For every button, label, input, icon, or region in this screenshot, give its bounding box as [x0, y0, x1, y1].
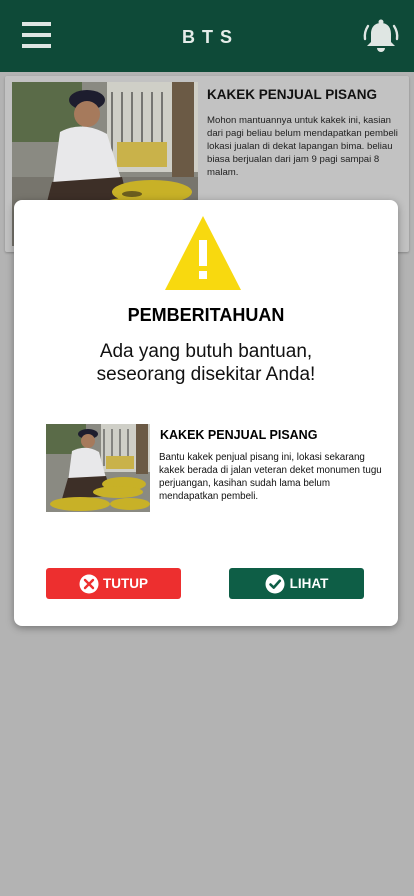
check-circle-icon	[265, 574, 285, 593]
close-circle-icon	[79, 574, 99, 593]
see-button[interactable]: LIHAT	[229, 568, 364, 599]
notification-dialog: PEMBERITAHUAN Ada yang butuh bantuan, se…	[14, 200, 398, 626]
dialog-item-title: KAKEK PENJUAL PISANG	[160, 428, 318, 442]
app-header: BTS	[0, 0, 414, 72]
dialog-message-line-1: Ada yang butuh bantuan,	[99, 341, 313, 362]
see-button-label: LIHAT	[289, 576, 329, 591]
banana-seller-thumbnail	[46, 424, 150, 512]
dialog-message-line-2: seseorang disekitar Anda!	[96, 364, 316, 385]
bell-icon[interactable]	[362, 18, 400, 54]
dialog-item-description: Bantu kakek penjual pisang ini, lokasi s…	[159, 452, 382, 502]
dialog-message: Ada yang butuh bantuan, seseorang diseki…	[14, 340, 398, 386]
close-button-label: TUTUP	[103, 576, 148, 591]
card-title: KAKEK PENJUAL PISANG	[207, 87, 378, 102]
card-description: Mohon mantuannya untuk kakek ini, kasian…	[207, 115, 398, 178]
warning-icon	[165, 216, 241, 290]
close-button[interactable]: TUTUP	[46, 568, 181, 599]
app-title: BTS	[182, 27, 239, 47]
dialog-title: PEMBERITAHUAN	[127, 305, 285, 325]
